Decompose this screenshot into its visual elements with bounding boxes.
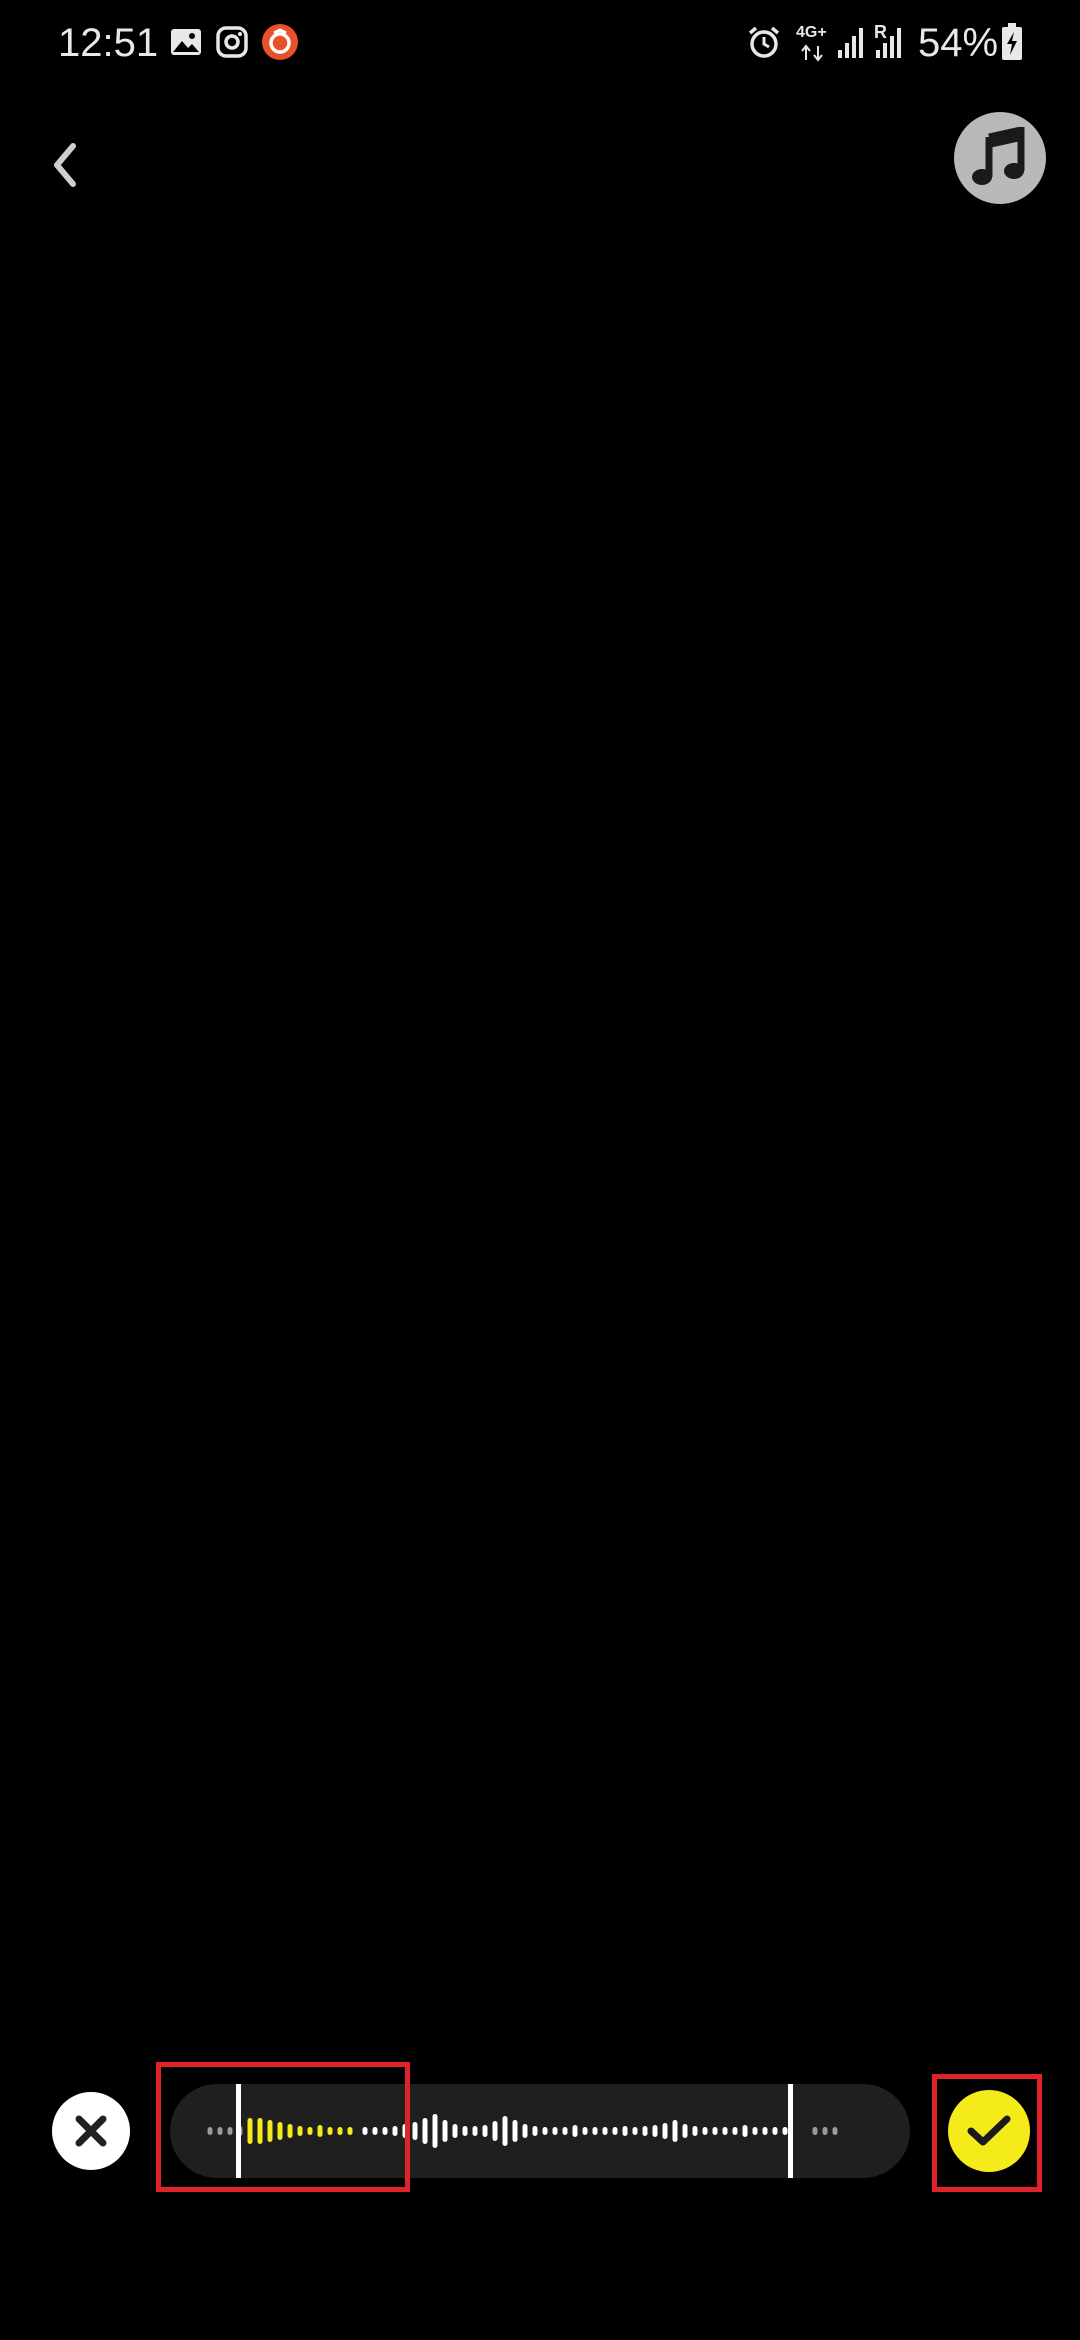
waveform-bar — [662, 2123, 668, 2139]
waveform-bar — [782, 2127, 788, 2135]
gallery-icon — [171, 29, 201, 55]
waveform-bar — [732, 2127, 738, 2135]
waveform-bar — [452, 2124, 458, 2138]
status-time: 12:51 — [58, 21, 159, 65]
waveform-bar — [762, 2127, 768, 2135]
waveform-bar — [602, 2127, 608, 2135]
waveform-bar — [622, 2126, 628, 2136]
waveform-bar — [542, 2127, 548, 2135]
waveform-bar — [822, 2127, 828, 2135]
waveform-bar — [682, 2124, 688, 2138]
waveform-bar — [532, 2126, 538, 2136]
waveform-bar — [432, 2114, 438, 2148]
waveform-bar — [652, 2125, 658, 2137]
waveform-bar — [492, 2121, 498, 2141]
waveform-bar — [832, 2127, 838, 2135]
app-notification-icon — [262, 24, 298, 60]
signal-roaming-icon — [876, 28, 901, 58]
close-icon — [75, 2115, 107, 2147]
waveform-bar — [562, 2127, 568, 2135]
music-button[interactable] — [954, 112, 1046, 204]
waveform-bar — [742, 2125, 748, 2137]
waveform-bar — [632, 2127, 638, 2135]
cancel-button[interactable] — [52, 2092, 130, 2170]
waveform-bar — [752, 2127, 758, 2135]
data-arrows-icon — [801, 44, 823, 62]
status-bar: 12:51 4G+ R 54% — [0, 0, 1080, 88]
waveform-bar — [702, 2127, 708, 2135]
waveform-bar — [482, 2125, 488, 2137]
waveform-bar — [612, 2127, 618, 2135]
battery-percent: 54% — [918, 21, 999, 65]
waveform-bar — [812, 2127, 818, 2135]
waveform-bar — [582, 2127, 588, 2135]
waveform-bar — [412, 2122, 418, 2140]
waveform-bar — [592, 2127, 598, 2135]
waveform-bar — [692, 2126, 698, 2136]
instagram-icon — [216, 26, 248, 58]
waveform-bar — [642, 2126, 648, 2136]
waveform-bar — [512, 2120, 518, 2142]
battery-charging-icon — [1002, 23, 1022, 60]
trim-end-handle[interactable] — [788, 2084, 793, 2178]
signal-icon — [838, 28, 863, 58]
waveform-bar — [462, 2126, 468, 2136]
network-type: 4G+ — [796, 24, 827, 41]
waveform-bar — [772, 2127, 778, 2135]
waveform-bar — [712, 2127, 718, 2135]
waveform-bar — [522, 2124, 528, 2138]
music-note-icon — [972, 127, 1025, 185]
waveform-bar — [442, 2120, 448, 2142]
waveform-bar — [422, 2118, 428, 2144]
waveform-bar — [672, 2120, 678, 2142]
chevron-left-icon — [54, 143, 76, 187]
waveform-bar — [722, 2127, 728, 2135]
confirm-button-highlight — [932, 2074, 1042, 2192]
back-button[interactable] — [34, 130, 94, 200]
alarm-icon — [748, 26, 780, 58]
waveform-bar — [502, 2116, 508, 2146]
waveform-bar — [552, 2127, 558, 2135]
waveform-bar — [572, 2125, 578, 2137]
waveform-bar — [472, 2126, 478, 2136]
trim-selection-highlight — [156, 2062, 410, 2192]
